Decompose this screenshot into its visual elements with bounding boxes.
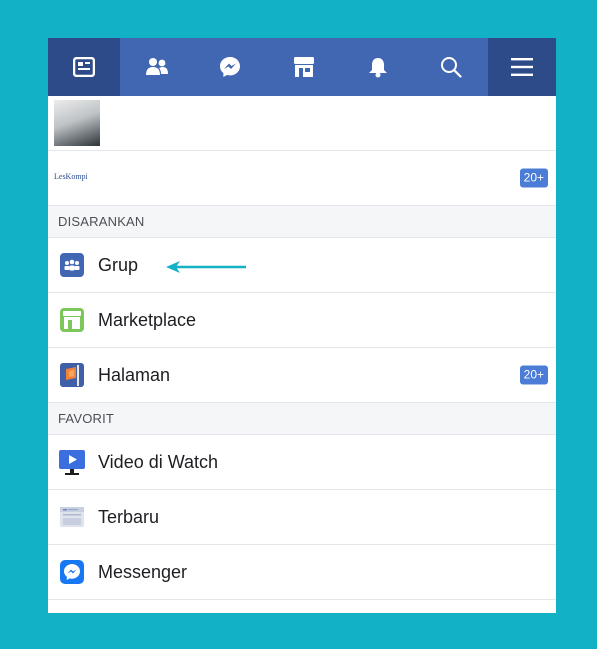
- groups-icon: [58, 251, 86, 279]
- section-header-suggested: DISARANKAN: [48, 206, 556, 238]
- menu-item-most-recent[interactable]: Terbaru: [48, 490, 556, 545]
- messenger-icon: [220, 57, 241, 77]
- notification-count-badge: 20+: [519, 168, 548, 188]
- marketplace-store-icon: [58, 306, 86, 334]
- menu-item-pages[interactable]: Halaman 20+: [48, 348, 556, 403]
- menu-item-label: Halaman: [98, 364, 171, 385]
- shortcut-leskompi-item[interactable]: LesKompi 20+: [48, 151, 556, 206]
- tab-messenger[interactable]: [194, 38, 268, 96]
- tab-notifications[interactable]: [341, 38, 415, 96]
- friends-icon: [145, 58, 168, 75]
- notification-count-badge: 20+: [519, 365, 548, 385]
- hamburger-menu-icon: [510, 58, 533, 76]
- tab-marketplace[interactable]: [267, 38, 341, 96]
- mobile-screen: LesKompi 20+ DISARANKAN Grup Marketplace…: [48, 38, 556, 613]
- top-navigation-bar: [48, 38, 556, 96]
- menu-item-label: Marketplace: [98, 309, 197, 330]
- menu-item-watch[interactable]: Video di Watch: [48, 435, 556, 490]
- news-feed-icon: [73, 57, 95, 77]
- menu-item-groups[interactable]: Grup: [48, 238, 556, 293]
- section-header-favorites: FAVORIT: [48, 403, 556, 435]
- photo-thumbnail: [54, 100, 100, 146]
- search-icon: [441, 57, 462, 78]
- tab-news-feed[interactable]: [48, 38, 120, 96]
- notifications-bell-icon: [368, 58, 387, 78]
- menu-item-label: Grup: [98, 254, 139, 275]
- marketplace-icon: [293, 57, 314, 77]
- annotation-arrow-icon: [166, 261, 246, 273]
- tab-menu[interactable]: [487, 38, 556, 96]
- menu-item-label: Terbaru: [98, 506, 160, 527]
- tab-search[interactable]: [414, 38, 488, 96]
- leskompi-logo: LesKompi: [54, 171, 88, 181]
- menu-item-marketplace[interactable]: Marketplace: [48, 293, 556, 348]
- watch-video-icon: [58, 448, 86, 476]
- menu-item-messenger[interactable]: Messenger: [48, 545, 556, 600]
- tab-friends[interactable]: [120, 38, 194, 96]
- most-recent-icon: [58, 503, 86, 531]
- menu-item-label: Video di Watch: [98, 451, 219, 472]
- pages-flag-icon: [58, 361, 86, 389]
- menu-item-label: Messenger: [98, 561, 188, 582]
- shortcut-photo-item[interactable]: [48, 96, 556, 151]
- messenger-app-icon: [58, 558, 86, 586]
